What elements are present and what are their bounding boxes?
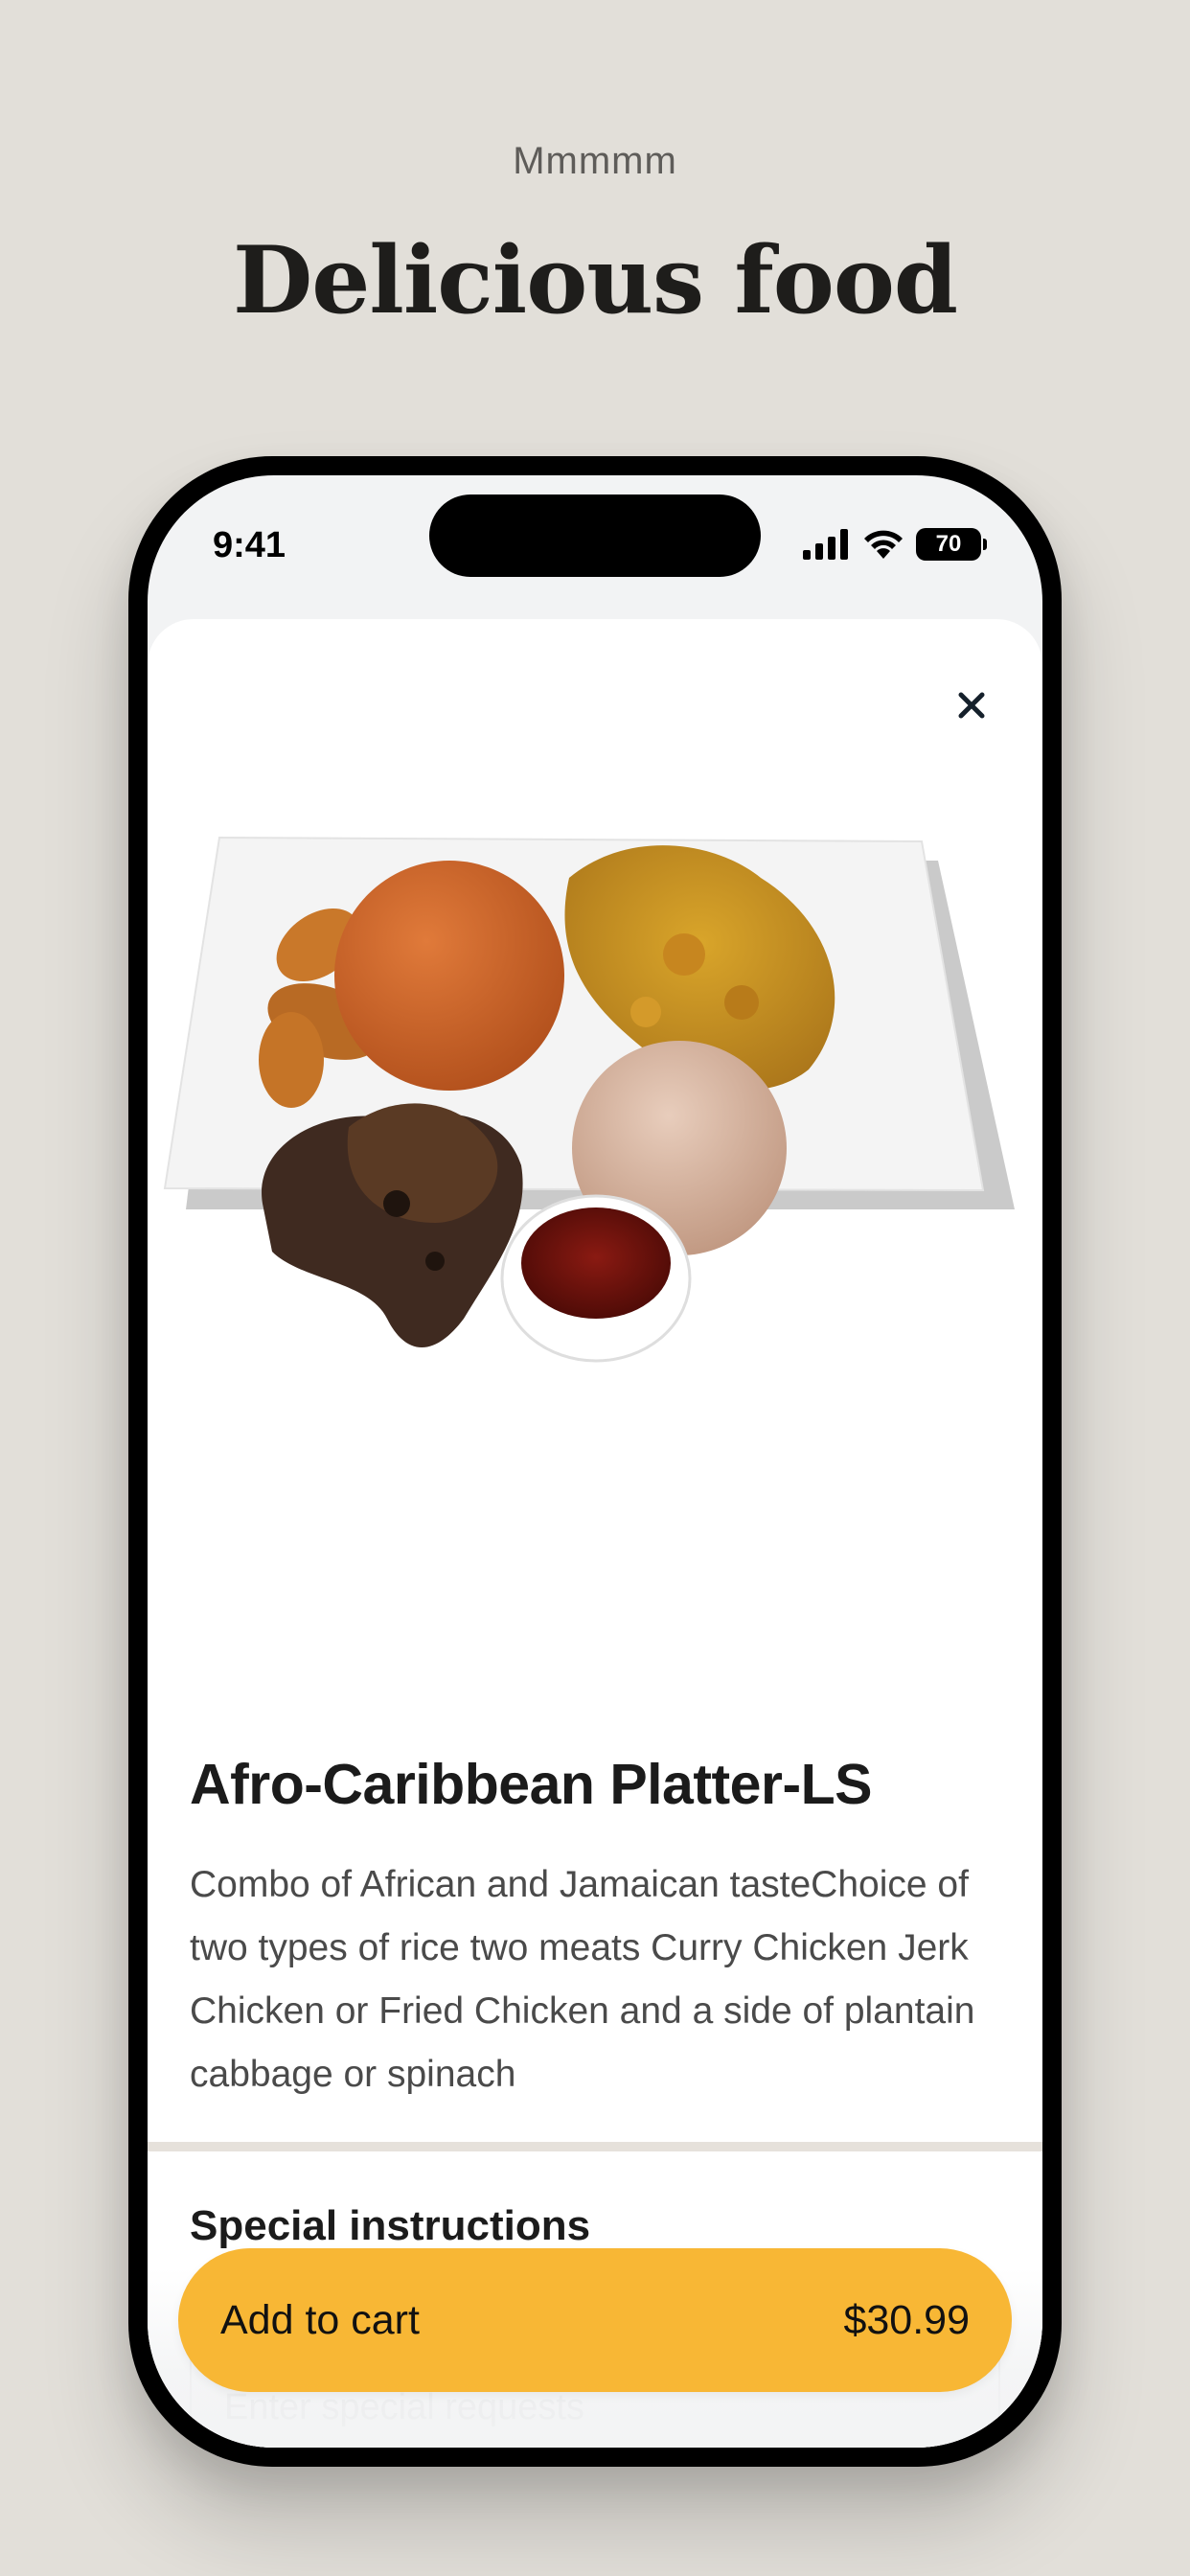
battery-level: 70 xyxy=(935,531,962,557)
close-button[interactable] xyxy=(949,682,995,728)
status-bar: 9:41 70 xyxy=(148,475,1042,619)
product-title: Afro-Caribbean Platter-LS xyxy=(190,1753,872,1816)
wifi-icon xyxy=(864,530,903,559)
special-instructions-title: Special instructions xyxy=(190,2202,591,2249)
status-time: 9:41 xyxy=(213,525,286,565)
product-description: Combo of African and Jamaican tasteChoic… xyxy=(190,1864,975,2095)
add-to-cart-button[interactable]: Add to cart $30.99 xyxy=(178,2248,1012,2392)
add-to-cart-label: Add to cart xyxy=(220,2296,420,2343)
section-divider xyxy=(148,2142,1042,2151)
phone-screen: 9:41 70 Afro-Caribbean Platter-LS Combo … xyxy=(148,475,1042,2448)
phone-frame: 9:41 70 Afro-Caribbean Platter-LS Combo … xyxy=(128,456,1062,2467)
cart-price: $30.99 xyxy=(843,2296,970,2343)
battery-icon: 70 xyxy=(916,528,987,561)
signal-icon xyxy=(803,529,848,560)
page-eyebrow: Mmmmm xyxy=(513,140,677,182)
close-icon xyxy=(958,692,985,719)
page-headline: Delicious food xyxy=(233,226,958,334)
status-icons: 70 xyxy=(803,527,987,562)
dynamic-island xyxy=(429,494,761,577)
food-platter-image xyxy=(163,836,1015,1363)
product-sheet: Afro-Caribbean Platter-LS Combo of Afric… xyxy=(148,619,1042,2448)
